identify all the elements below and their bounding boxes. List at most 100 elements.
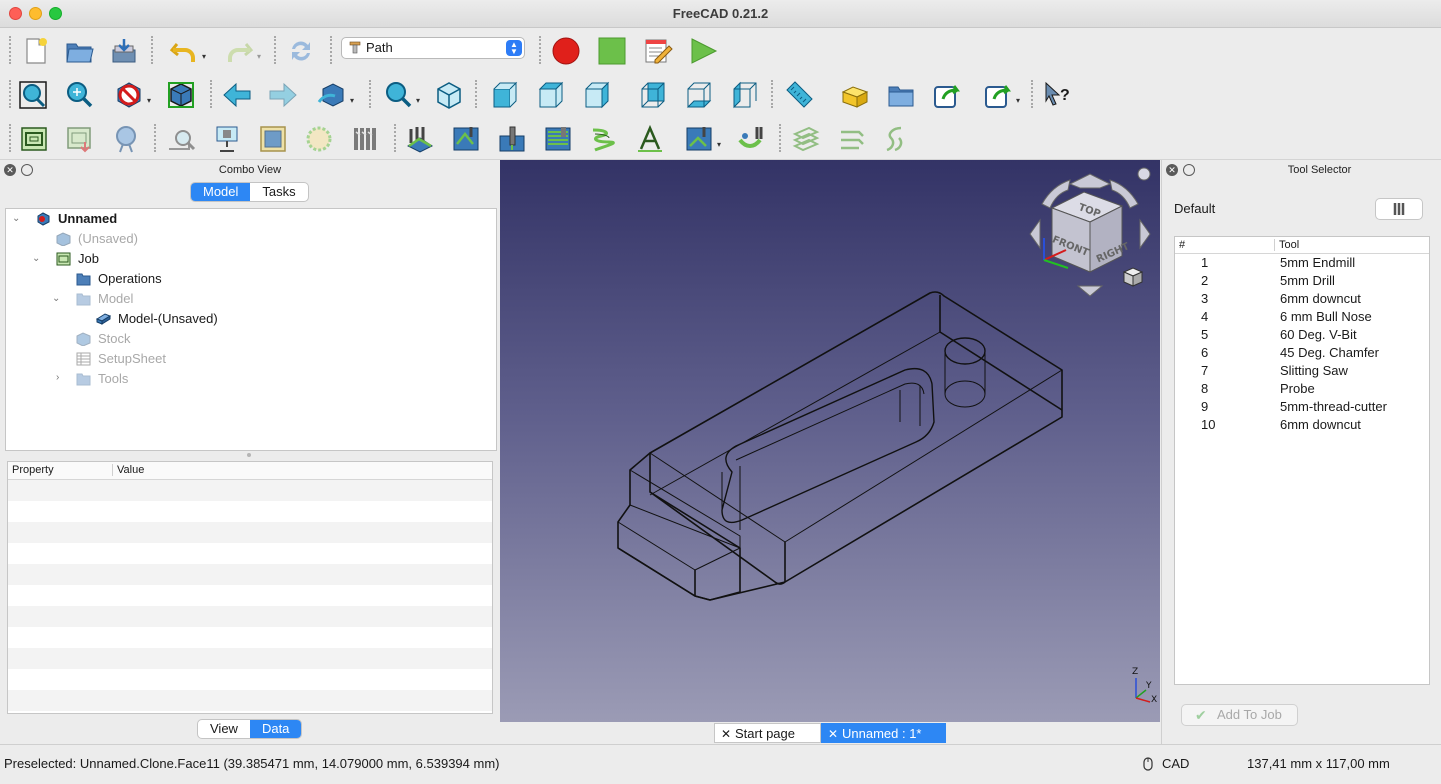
toolbar-grip[interactable] [274,36,277,64]
tool-row[interactable]: 2 5mm Drill [1175,272,1429,290]
toolbar-grip[interactable] [369,80,372,108]
tab-data[interactable]: Data [249,720,302,738]
std-views-button[interactable]: ▾ [314,77,354,113]
tool-row[interactable]: 10 6mm downcut [1175,416,1429,434]
chevron-down-icon[interactable]: ⌄ [12,209,20,229]
close-icon[interactable]: ✕ [1166,164,1178,176]
tool-row[interactable]: 7 Slitting Saw [1175,362,1429,380]
copy-button[interactable] [834,121,870,157]
bottom-view-button[interactable] [681,77,717,113]
open-button[interactable] [61,33,97,69]
nav-arrow-left-icon[interactable] [1029,218,1041,250]
zoom-button[interactable]: ▾ [380,77,420,113]
link-button[interactable] [929,77,965,113]
tool-row[interactable]: 5 60 Deg. V-Bit [1175,326,1429,344]
engrave-button[interactable] [632,121,668,157]
toolbar-grip[interactable] [394,124,397,152]
run-macro-button[interactable] [685,33,721,69]
close-icon[interactable]: ✕ [721,724,731,744]
number-column-header[interactable]: # [1179,239,1185,251]
group-button[interactable] [883,77,919,113]
chevron-right-icon[interactable]: › [56,368,59,388]
measure-button[interactable] [781,77,817,113]
nav-small-cube-icon[interactable] [1122,267,1144,287]
toolbar-grip[interactable] [154,124,157,152]
toolbar-grip[interactable] [539,36,542,64]
tree-item-model-unsaved[interactable]: Model-(Unsaved) [12,309,492,329]
save-button[interactable] [106,33,142,69]
tool-row[interactable]: 3 6mm downcut [1175,290,1429,308]
tool-library-button[interactable] [1375,198,1423,220]
redo-button[interactable]: ▾ [221,33,261,69]
left-view-button[interactable] [727,77,763,113]
deburr-button[interactable] [880,121,916,157]
tab-tasks[interactable]: Tasks [250,183,307,201]
whats-this-button[interactable]: ? [1039,77,1075,113]
job-button[interactable] [16,121,52,157]
macro-editor-button[interactable] [640,33,676,69]
toolbar-grip[interactable] [9,80,12,108]
property-column-header[interactable]: Property [12,464,54,476]
undo-button[interactable]: ▾ [166,33,206,69]
drilling-circle-button[interactable] [301,121,337,157]
rear-view-button[interactable] [635,77,671,113]
tab-view[interactable]: View [198,720,250,738]
value-column-header[interactable]: Value [112,464,144,476]
pocket-button[interactable] [448,121,484,157]
tool-row[interactable]: 1 5mm Endmill [1175,254,1429,272]
chevron-down-icon[interactable]: ⌄ [52,289,60,309]
3d-viewport[interactable]: TOP FRONT RIGHT Z Y X [500,160,1160,722]
fit-all-button[interactable] [15,77,51,113]
array-button[interactable] [788,121,824,157]
float-panel-icon[interactable] [21,164,33,176]
refresh-button[interactable] [283,33,319,69]
tool-row[interactable]: 9 5mm-thread-cutter [1175,398,1429,416]
tab-model[interactable]: Model [191,183,251,201]
tool-row[interactable]: 8 Probe [1175,380,1429,398]
part-button[interactable] [837,77,873,113]
tab-unnamed[interactable]: ✕ Unnamed : 1* [821,723,946,743]
workbench-selector[interactable]: Path ▲ ▼ [341,37,525,59]
tree-item-stock[interactable]: Stock [12,329,492,349]
float-panel-icon[interactable] [1183,164,1195,176]
toolbar-grip[interactable] [9,36,12,64]
tree-item-unnamed[interactable]: ⌄ Unnamed [12,209,492,229]
tree-item-tools[interactable]: › Tools [12,369,492,389]
chevron-down-icon[interactable]: ⌄ [32,249,40,269]
stop-macro-button[interactable] [594,33,630,69]
face-button[interactable] [540,121,576,157]
tool-row[interactable]: 6 45 Deg. Chamfer [1175,344,1429,362]
back-button[interactable] [219,77,255,113]
inspect-button[interactable] [163,121,199,157]
splitter-handle[interactable] [247,453,251,457]
toolbar-grip[interactable] [1031,80,1034,108]
record-macro-button[interactable] [548,33,584,69]
tree-item-operations[interactable]: Operations [12,269,492,289]
tree-item-job[interactable]: ⌄ Job [12,249,492,269]
tool-row[interactable]: 4 6 mm Bull Nose [1175,308,1429,326]
forward-button[interactable] [265,77,301,113]
toolbar-grip[interactable] [151,36,154,64]
nav-arrow-down-icon[interactable] [1076,285,1104,297]
toolbar-grip[interactable] [210,80,213,108]
nav-arrow-up-icon[interactable] [1068,173,1112,189]
profile-button[interactable] [402,121,438,157]
toolbar-grip[interactable] [779,124,782,152]
navigation-style[interactable]: CAD [1162,756,1189,771]
nav-menu-icon[interactable] [1137,167,1151,181]
stock-button[interactable] [255,121,291,157]
tree-item-setupsheet[interactable]: SetupSheet [12,349,492,369]
tree-item-model[interactable]: ⌄ Model [12,289,492,309]
close-icon[interactable]: ✕ [4,164,16,176]
toolbar-grip[interactable] [475,80,478,108]
drill-button[interactable] [494,121,530,157]
nav-arrow-right-icon[interactable] [1139,218,1151,250]
bounding-box-button[interactable] [163,77,199,113]
sanity-check-button[interactable] [108,121,144,157]
navigation-cube[interactable]: TOP FRONT RIGHT [1022,164,1158,304]
dressup-button[interactable] [734,121,770,157]
tree-item-unsaved-clone[interactable]: (Unsaved) [12,229,492,249]
simulator-button[interactable] [209,121,245,157]
add-to-job-button[interactable]: ✔ Add To Job [1181,704,1298,726]
front-view-button[interactable] [487,77,523,113]
